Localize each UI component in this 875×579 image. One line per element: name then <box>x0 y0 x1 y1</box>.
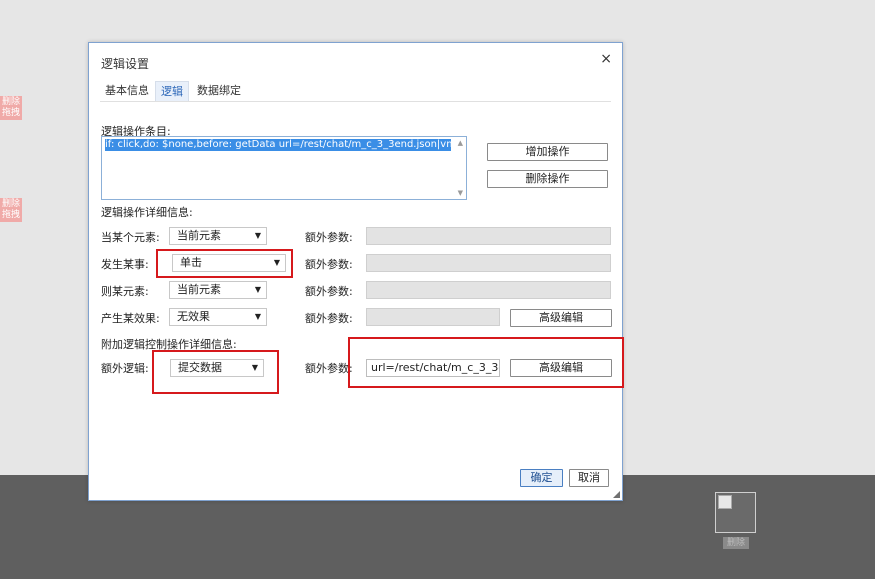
image-placeholder[interactable] <box>715 492 756 533</box>
advanced-edit-button[interactable]: 高级编辑 <box>510 309 612 327</box>
add-operation-button[interactable]: 增加操作 <box>487 143 608 161</box>
extra-logic-select-value: 提交数据 <box>178 361 222 374</box>
event-select-value: 单击 <box>180 256 202 269</box>
tab-logic[interactable]: 逻辑 <box>155 81 189 101</box>
extra-param-field-4 <box>366 308 500 326</box>
scroll-up-icon[interactable]: ▲ <box>458 139 463 147</box>
extra-param-field-1 <box>366 227 611 245</box>
resize-grip-icon[interactable] <box>613 491 620 498</box>
target-element-select[interactable]: 当前元素 ▼ <box>169 281 267 299</box>
side-badge-delete: 删除 <box>2 97 21 107</box>
effect-select-value: 无效果 <box>177 310 210 323</box>
side-badge-drag: 拖拽 <box>2 210 21 220</box>
extra-param-field-2 <box>366 254 611 272</box>
cancel-button[interactable]: 取消 <box>569 469 609 487</box>
side-badge-1[interactable]: 删除 拖拽 <box>0 96 23 120</box>
chevron-down-icon: ▼ <box>273 258 280 267</box>
attached-details-label: 附加逻辑控制操作详细信息: <box>101 338 237 351</box>
advanced-edit-button-2[interactable]: 高级编辑 <box>510 359 612 377</box>
extra-param-label: 额外参数: <box>305 258 353 271</box>
chevron-down-icon: ▼ <box>254 231 261 240</box>
close-icon[interactable]: × <box>600 51 612 67</box>
logic-entries-list[interactable]: if: click,do: $none,before: getData url=… <box>101 136 467 200</box>
dialog-title: 逻辑设置 <box>101 57 150 71</box>
tab-basic-info[interactable]: 基本信息 <box>100 81 154 101</box>
extra-param-field-3 <box>366 281 611 299</box>
tab-data-binding[interactable]: 数据绑定 <box>192 81 246 101</box>
chevron-down-icon: ▼ <box>254 285 261 294</box>
element-label: 当某个元素: <box>101 231 160 244</box>
delete-operation-button[interactable]: 删除操作 <box>487 170 608 188</box>
extra-logic-param-input[interactable]: url=/rest/chat/m_c_3_3end.json <box>366 359 500 377</box>
effect-label: 产生某效果: <box>101 312 160 325</box>
event-select[interactable]: 单击 ▼ <box>172 254 286 272</box>
effect-select[interactable]: 无效果 ▼ <box>169 308 267 326</box>
target-element-label: 则某元素: <box>101 285 149 298</box>
logic-settings-dialog: 逻辑设置 × 基本信息 逻辑 数据绑定 逻辑操作条目: if: click,do… <box>88 42 624 501</box>
tab-divider <box>100 101 611 102</box>
ok-button[interactable]: 确定 <box>520 469 563 487</box>
scroll-down-icon[interactable]: ▼ <box>458 189 463 197</box>
extra-param-label: 额外参数: <box>305 231 353 244</box>
side-badge-2[interactable]: 删除 拖拽 <box>0 198 23 222</box>
selected-entry[interactable]: if: click,do: $none,before: getData url=… <box>105 139 451 151</box>
target-element-select-value: 当前元素 <box>177 283 221 296</box>
broken-image-icon <box>718 495 732 509</box>
element-select[interactable]: 当前元素 ▼ <box>169 227 267 245</box>
thumb-delete-label[interactable]: 删除 <box>723 537 749 549</box>
chevron-down-icon: ▼ <box>251 363 258 372</box>
element-select-value: 当前元素 <box>177 229 221 242</box>
extra-param-label: 额外参数: <box>305 362 353 375</box>
extra-logic-select[interactable]: 提交数据 ▼ <box>170 359 264 377</box>
details-label: 逻辑操作详细信息: <box>101 206 193 219</box>
extra-param-label: 额外参数: <box>305 312 353 325</box>
side-badge-drag: 拖拽 <box>2 108 21 118</box>
event-label: 发生某事: <box>101 258 149 271</box>
extra-param-label: 额外参数: <box>305 285 353 298</box>
extra-logic-label: 额外逻辑: <box>101 362 149 375</box>
chevron-down-icon: ▼ <box>254 312 261 321</box>
side-badge-delete: 删除 <box>2 199 21 209</box>
